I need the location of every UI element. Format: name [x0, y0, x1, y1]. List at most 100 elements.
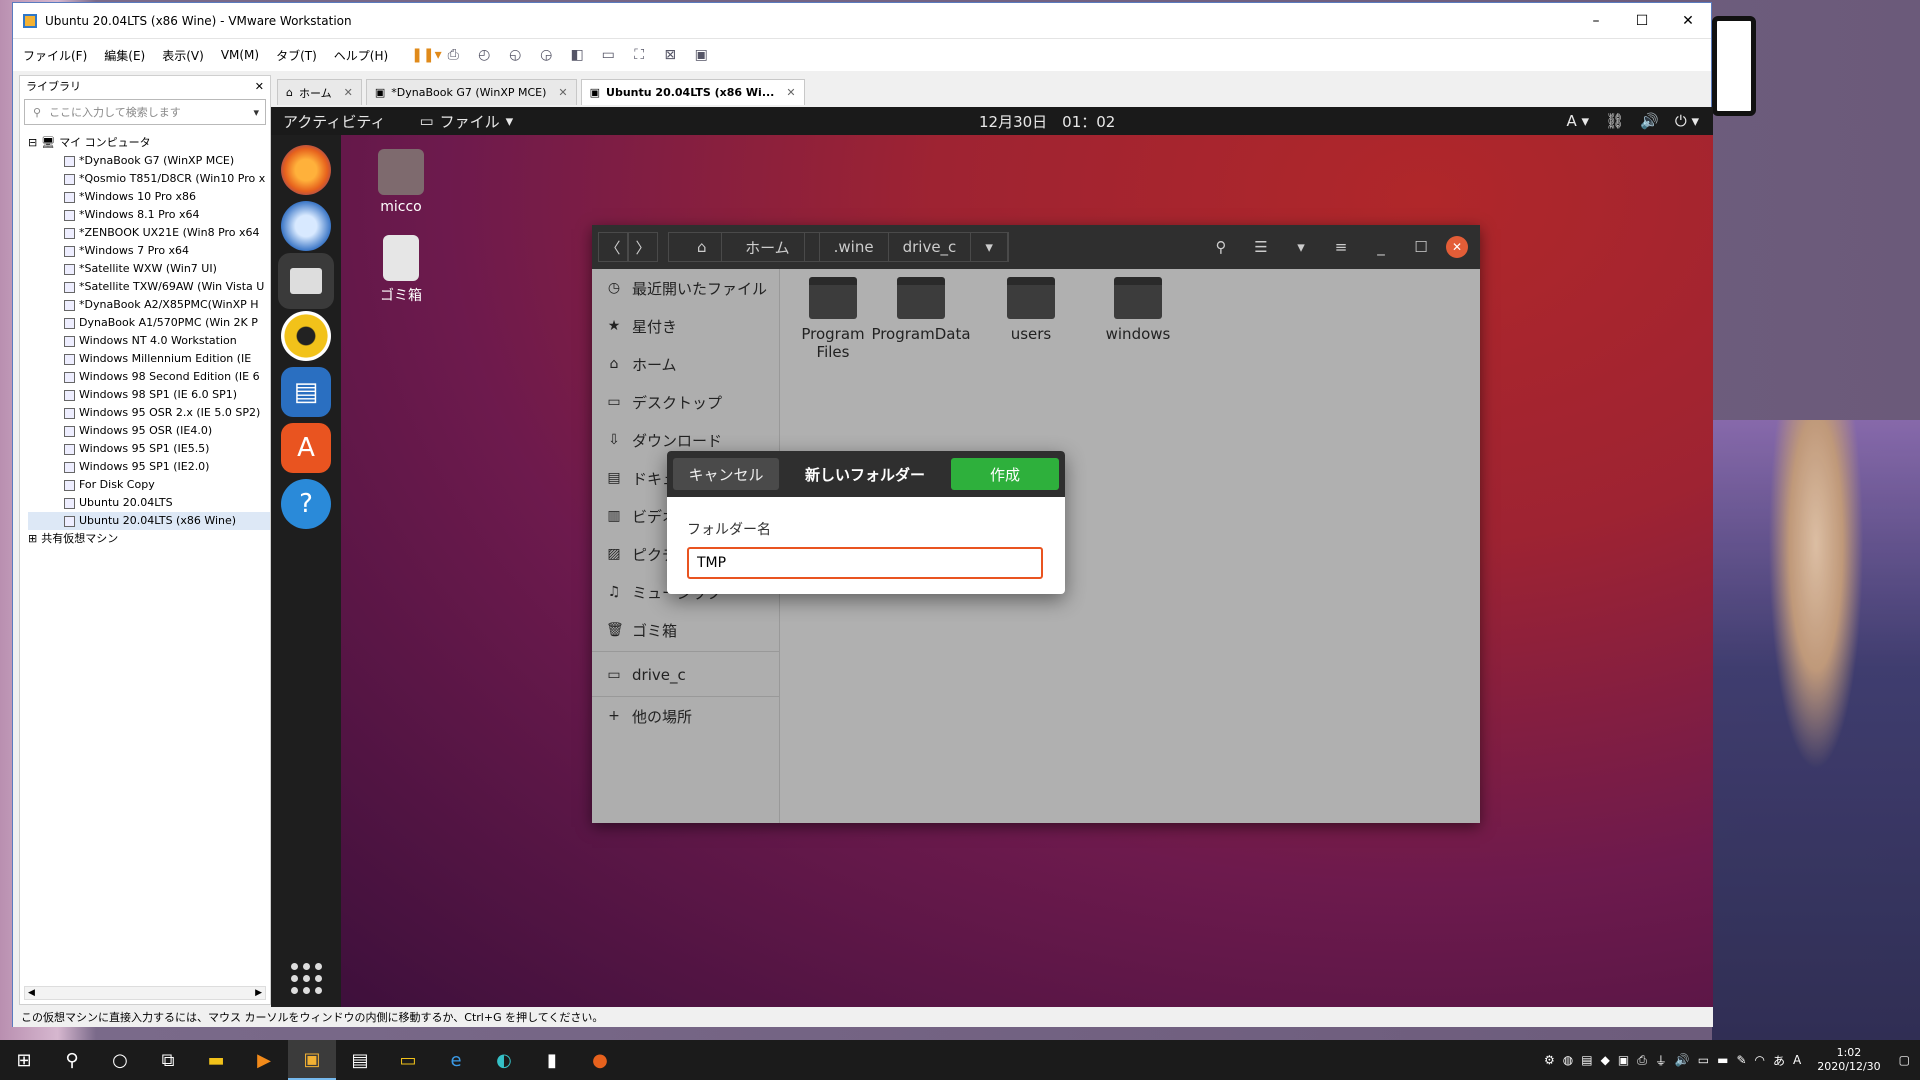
minimize-icon[interactable]: _ — [1366, 232, 1396, 262]
tree-vm-item[interactable]: Windows 98 Second Edition (IE 6 — [28, 368, 270, 386]
speaker-icon[interactable]: 🔊 — [1675, 1053, 1690, 1067]
usb-icon[interactable]: ⏚ — [1655, 1052, 1667, 1069]
tree-vm-item[interactable]: Windows 95 SP1 (IE5.5) — [28, 440, 270, 458]
sidebar-item-drive-c[interactable]: ▭ drive_c — [592, 656, 779, 694]
show-library-icon[interactable]: ◧ — [566, 45, 588, 65]
library-horizontal-scrollbar[interactable]: ◀ ▶ — [24, 986, 266, 1000]
tray-app-icon[interactable]: ▤ — [1581, 1053, 1592, 1067]
wifi-icon[interactable]: ◠ — [1755, 1053, 1765, 1067]
tab-ubuntu-wine[interactable]: ▣ Ubuntu 20.04LTS (x86 Wi... ✕ — [580, 79, 805, 105]
power-icon[interactable]: ⏻ ▾ — [1675, 112, 1699, 130]
tree-vm-item[interactable]: Windows NT 4.0 Workstation — [28, 332, 270, 350]
tree-vm-item[interactable]: Windows 95 OSR 2.x (IE 5.0 SP2) — [28, 404, 270, 422]
thunderbird-icon[interactable] — [281, 201, 331, 251]
cortana-icon[interactable]: ○ — [96, 1040, 144, 1080]
tab-close-icon[interactable]: ✕ — [786, 86, 795, 99]
folder-programdata[interactable]: ProgramData — [871, 269, 971, 343]
create-button[interactable]: 作成 — [951, 458, 1059, 490]
menu-help[interactable]: ヘルプ(H) — [334, 47, 388, 64]
tray-app-icon[interactable]: ◍ — [1563, 1053, 1573, 1067]
tree-vm-item[interactable]: *Qosmio T851/D8CR (Win10 Pro x — [28, 170, 270, 188]
terminal-icon[interactable]: ▮ — [528, 1040, 576, 1080]
sidebar-item-clock[interactable]: ◷ 最近開いたファイル — [592, 269, 779, 307]
menu-tab[interactable]: タブ(T) — [276, 47, 317, 64]
library-search-input[interactable]: ここに入力して検索します — [49, 104, 181, 120]
snapshot-take-icon[interactable]: ◴ — [473, 45, 495, 65]
scroll-left-icon[interactable]: ◀ — [28, 988, 35, 998]
show-applications-icon[interactable] — [291, 963, 323, 995]
menu-edit[interactable]: 編集(E) — [104, 47, 145, 64]
pen-icon[interactable]: ✎ — [1736, 1053, 1746, 1067]
thumbnail-bar-icon[interactable]: ▭ — [597, 45, 619, 65]
top-bar-clock[interactable]: 12月30日 01：02 — [979, 111, 1115, 132]
ime-mode-indicator[interactable]: あ — [1773, 1052, 1785, 1069]
task-view-icon[interactable]: ⧉ — [144, 1040, 192, 1080]
search-icon[interactable]: ⚲ — [48, 1040, 96, 1080]
collapse-icon[interactable]: ⊟ — [28, 134, 37, 152]
breadcrumb-drive-c[interactable]: drive_c — [889, 232, 972, 262]
tree-vm-item[interactable]: *Windows 8.1 Pro x64 — [28, 206, 270, 224]
network-icon[interactable]: ⛓ — [1605, 112, 1624, 130]
tree-vm-item[interactable]: Windows 95 OSR (IE4.0) — [28, 422, 270, 440]
battery-icon[interactable]: ▭ — [1698, 1053, 1709, 1067]
minimize-button[interactable]: – — [1573, 13, 1619, 29]
list-view-icon[interactable]: ☰ — [1246, 232, 1276, 262]
back-button[interactable]: 〈 — [598, 232, 628, 262]
view-options-icon[interactable]: ▾ — [1286, 232, 1316, 262]
breadcrumb-dropdown-icon[interactable]: ▾ — [971, 232, 1008, 262]
tree-vm-item[interactable]: Windows Millennium Edition (IE — [28, 350, 270, 368]
ime-icon[interactable]: A — [1793, 1053, 1801, 1067]
folder-windows[interactable]: windows — [1088, 269, 1188, 343]
menu-view[interactable]: 表示(V) — [162, 47, 204, 64]
menu-file[interactable]: ファイル(F) — [23, 47, 87, 64]
tree-vm-item[interactable]: *ZENBOOK UX21E (Win8 Pro x64 — [28, 224, 270, 242]
sidebar-item-home[interactable]: ⌂ ホーム — [592, 345, 779, 383]
input-method-indicator[interactable]: A ▾ — [1567, 112, 1590, 130]
file-explorer-icon[interactable]: ▬ — [192, 1040, 240, 1080]
tree-shared-vms[interactable]: ⊞ 共有仮想マシン — [28, 530, 270, 548]
hamburger-menu-icon[interactable]: ≡ — [1326, 232, 1356, 262]
vm-screen[interactable]: アクティビティ ▭ ファイル ▾ 12月30日 01：02 A ▾ ⛓ 🔊 ⏻ ▾ … — [271, 107, 1713, 1007]
tab-home[interactable]: ⌂ ホーム ✕ — [277, 79, 362, 105]
folder-icon[interactable]: ▭ — [384, 1040, 432, 1080]
tree-vm-item[interactable]: *Windows 7 Pro x64 — [28, 242, 270, 260]
ubuntu-software-icon[interactable]: A — [281, 423, 331, 473]
send-ctrl-alt-del-icon[interactable]: ⎙ — [442, 45, 464, 65]
tree-vm-item[interactable]: Windows 95 SP1 (IE2.0) — [28, 458, 270, 476]
tree-vm-item[interactable]: *Satellite WXW (Win7 UI) — [28, 260, 270, 278]
maximize-icon[interactable]: ☐ — [1406, 232, 1436, 262]
start-icon[interactable]: ⊞ — [0, 1040, 48, 1080]
tree-vm-item[interactable]: *DynaBook G7 (WinXP MCE) — [28, 152, 270, 170]
firefox-taskbar-icon[interactable]: ● — [576, 1040, 624, 1080]
firefox-icon[interactable] — [281, 145, 331, 195]
monitor-icon[interactable]: ▬ — [1717, 1053, 1728, 1067]
app-menu[interactable]: ▭ ファイル ▾ — [419, 111, 513, 132]
cancel-button[interactable]: キャンセル — [673, 458, 779, 490]
menu-vm[interactable]: VM(M) — [221, 48, 259, 62]
tree-vm-item[interactable]: For Disk Copy — [28, 476, 270, 494]
breadcrumb-home[interactable]: ⌂ ホーム — [669, 232, 820, 262]
tray-app-icon[interactable]: ⎙ — [1637, 1053, 1647, 1068]
search-dropdown-icon[interactable]: ▾ — [253, 106, 259, 119]
close-button[interactable]: ✕ — [1665, 13, 1711, 29]
tab-dynabook[interactable]: ▣ *DynaBook G7 (WinXP MCE) ✕ — [365, 79, 577, 105]
volume-icon[interactable]: 🔊 — [1640, 112, 1659, 130]
tree-vm-item[interactable]: Windows 98 SP1 (IE 6.0 SP1) — [28, 386, 270, 404]
maximize-button[interactable]: ☐ — [1619, 13, 1665, 29]
tree-vm-item[interactable]: Ubuntu 20.04LTS (x86 Wine) — [28, 512, 270, 530]
tree-vm-item[interactable]: Ubuntu 20.04LTS — [28, 494, 270, 512]
search-icon[interactable]: ⚲ — [1206, 232, 1236, 262]
media-player-icon[interactable]: ▶ — [240, 1040, 288, 1080]
app-icon[interactable]: ▤ — [336, 1040, 384, 1080]
folder-users[interactable]: users — [981, 269, 1081, 343]
tree-vm-item[interactable]: *Satellite TXW/69AW (Win Vista U — [28, 278, 270, 296]
unity-icon[interactable]: ⊠ — [659, 45, 681, 65]
tray-app-icon[interactable]: ▣ — [1618, 1053, 1629, 1067]
folder-name-input[interactable] — [687, 547, 1043, 579]
breadcrumb-wine[interactable]: .wine — [820, 232, 889, 262]
desktop-icon-trash[interactable]: ゴミ箱 — [361, 235, 441, 305]
files-icon[interactable] — [278, 253, 334, 309]
library-search[interactable]: ⚲ ここに入力して検索します ▾ — [24, 99, 266, 125]
fullscreen-icon[interactable]: ⛶ — [628, 45, 650, 65]
activities-button[interactable]: アクティビティ — [283, 111, 385, 132]
